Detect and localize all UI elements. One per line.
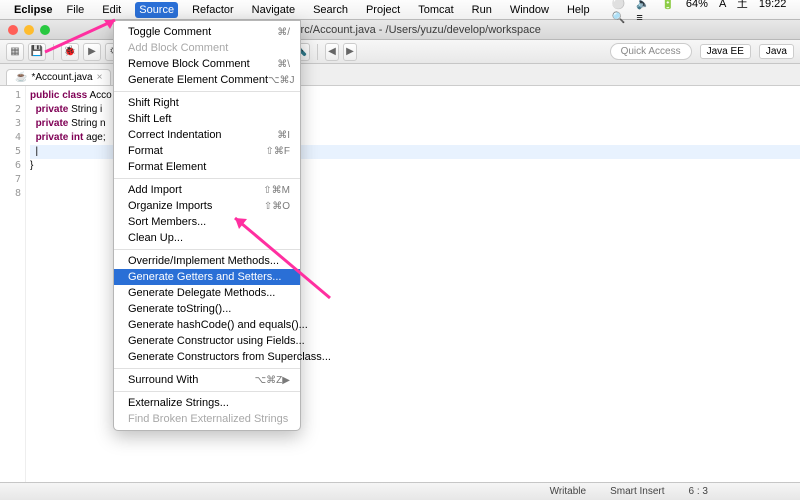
battery-icon[interactable]: 🔋	[661, 0, 675, 10]
zoom-button[interactable]	[40, 25, 50, 35]
menu-item-generate-tostring[interactable]: Generate toString()...	[114, 301, 300, 317]
menu-item-shift-left[interactable]: Shift Left	[114, 111, 300, 127]
minimize-button[interactable]	[24, 25, 34, 35]
menu-item-generate-element-comment[interactable]: Generate Element Comment⌥⌘J	[114, 72, 300, 88]
spotlight-icon[interactable]: 🔍	[612, 12, 626, 24]
clock-day: 土	[737, 0, 748, 10]
menu-refactor[interactable]: Refactor	[188, 2, 238, 18]
menu-item-externalize-strings[interactable]: Externalize Strings...	[114, 395, 300, 411]
menu-item-generate-hashcode-and-equals[interactable]: Generate hashCode() and equals()...	[114, 317, 300, 333]
menu-help[interactable]: Help	[563, 2, 594, 18]
new-button[interactable]: ▦	[6, 43, 24, 61]
notification-icon[interactable]: ≡	[636, 12, 642, 24]
menu-item-generate-getters-and-setters[interactable]: Generate Getters and Setters...	[114, 269, 300, 285]
java-file-icon: ☕	[15, 72, 27, 83]
menu-search[interactable]: Search	[309, 2, 352, 18]
menu-source[interactable]: Source	[135, 2, 178, 18]
menu-item-generate-delegate-methods[interactable]: Generate Delegate Methods...	[114, 285, 300, 301]
menu-item-remove-block-comment[interactable]: Remove Block Comment⌘\	[114, 56, 300, 72]
menu-tomcat[interactable]: Tomcat	[414, 2, 457, 18]
menu-run[interactable]: Run	[468, 2, 496, 18]
menu-file[interactable]: File	[63, 2, 89, 18]
volume-icon[interactable]: 🔈	[636, 0, 650, 10]
menu-item-organize-imports[interactable]: Organize Imports⇧⌘O	[114, 198, 300, 214]
menu-item-sort-members[interactable]: Sort Members...	[114, 214, 300, 230]
perspective-java[interactable]: Java	[759, 44, 794, 59]
menu-item-toggle-comment[interactable]: Toggle Comment⌘/	[114, 24, 300, 40]
menu-item-format-element[interactable]: Format Element	[114, 159, 300, 175]
battery-percent: 64%	[686, 0, 708, 10]
perspective-javaee[interactable]: Java EE	[700, 44, 751, 59]
close-button[interactable]	[8, 25, 18, 35]
menu-project[interactable]: Project	[362, 2, 404, 18]
line-number-gutter: 12345678	[0, 86, 26, 482]
menu-item-generate-constructor-using-fields[interactable]: Generate Constructor using Fields...	[114, 333, 300, 349]
app-name[interactable]: Eclipse	[14, 4, 53, 16]
menu-item-clean-up[interactable]: Clean Up...	[114, 230, 300, 246]
nav-forward-button[interactable]: ▶	[343, 43, 357, 61]
mac-menubar: Eclipse File Edit Source Refactor Navigate Se…	[0, 0, 800, 20]
wifi-icon[interactable]: ⚪	[612, 0, 626, 10]
status-bar: Writable Smart Insert 6 : 3	[0, 482, 800, 500]
source-menu: Toggle Comment⌘/Add Block CommentRemove …	[113, 20, 301, 431]
clock-time: 19:22	[759, 0, 787, 10]
menu-item-find-broken-externalized-strings: Find Broken Externalized Strings	[114, 411, 300, 427]
status-insert-mode: Smart Insert	[610, 486, 664, 497]
save-button[interactable]: 💾	[28, 43, 46, 61]
menu-item-correct-indentation[interactable]: Correct Indentation⌘I	[114, 127, 300, 143]
menu-window[interactable]: Window	[506, 2, 553, 18]
status-writable: Writable	[550, 486, 587, 497]
menu-item-add-block-comment: Add Block Comment	[114, 40, 300, 56]
nav-back-button[interactable]: ◀	[325, 43, 339, 61]
quick-access-input[interactable]: Quick Access	[610, 43, 692, 60]
menu-item-override-implement-methods[interactable]: Override/Implement Methods...	[114, 253, 300, 269]
tab-label: *Account.java	[31, 72, 92, 83]
menubar-status: ⚪ 🔈 🔋 64% A 土 19:22 🔍 ≡	[604, 0, 794, 24]
menu-item-shift-right[interactable]: Shift Right	[114, 95, 300, 111]
close-tab-icon[interactable]: ×	[97, 72, 103, 83]
menu-item-generate-constructors-from-superclass[interactable]: Generate Constructors from Superclass...	[114, 349, 300, 365]
menu-item-add-import[interactable]: Add Import⇧⌘M	[114, 182, 300, 198]
ime-indicator[interactable]: A	[719, 0, 726, 10]
menu-item-format[interactable]: Format⇧⌘F	[114, 143, 300, 159]
menu-item-surround-with[interactable]: Surround With⌥⌘Z▶	[114, 372, 300, 388]
menu-edit[interactable]: Edit	[98, 2, 125, 18]
run-button[interactable]: ▶	[83, 43, 101, 61]
menu-navigate[interactable]: Navigate	[248, 2, 299, 18]
debug-button[interactable]: 🐞	[61, 43, 79, 61]
traffic-lights	[0, 25, 50, 35]
status-cursor-position: 6 : 3	[689, 486, 708, 497]
editor-tab-account[interactable]: ☕ *Account.java ×	[6, 69, 111, 85]
